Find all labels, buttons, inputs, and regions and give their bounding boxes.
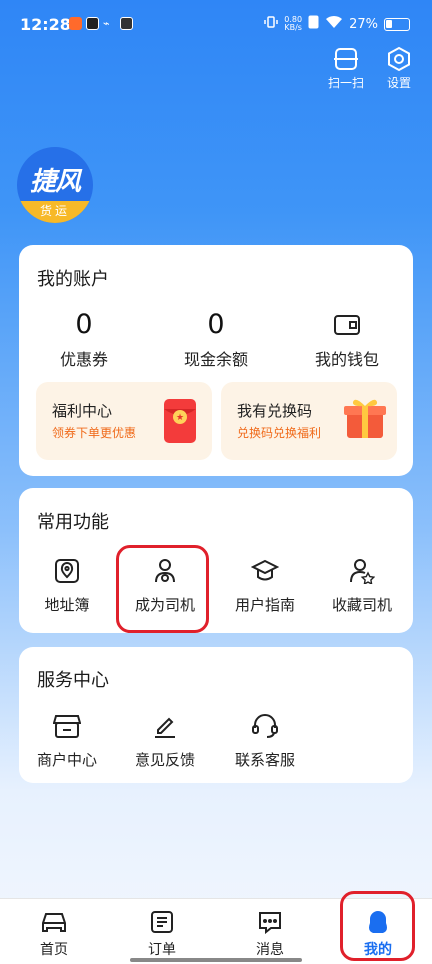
feedback-button[interactable]: 意见反馈 <box>119 709 211 770</box>
headset-icon <box>219 709 311 739</box>
status-bar: 12:28 ⌁ 0.80 KB/s 27% <box>0 0 432 50</box>
app-logo: 捷风 货运 <box>17 147 93 223</box>
battery-icon <box>384 17 410 31</box>
service-label: 联系客服 <box>234 751 295 769</box>
wallet-icon <box>287 307 407 343</box>
map-pin-icon <box>21 554 113 584</box>
edit-icon <box>119 709 211 739</box>
redeem-code-title: 我有兑换码 <box>237 402 313 420</box>
gift-box-icon <box>341 394 389 446</box>
common-functions-card: 常用功能 地址簿 成为司机 用户指南 收藏司机 <box>19 488 413 633</box>
nav-label: 首页 <box>40 942 68 958</box>
net-speed: 0.80 KB/s <box>284 15 303 32</box>
service-center-card: 服务中心 商户中心 意见反馈 联系客服 <box>19 647 413 783</box>
wallet-button[interactable]: 我的钱包 <box>287 307 407 370</box>
status-right: 0.80 KB/s 27% <box>264 15 410 33</box>
battery-percent: 27% <box>349 16 378 32</box>
wifi-icon <box>325 15 343 33</box>
cash-balance-stat[interactable]: 0 现金余额 <box>156 307 276 370</box>
nav-home[interactable]: 首页 <box>24 909 84 959</box>
app-notification-icon <box>86 17 99 30</box>
favorite-drivers-button[interactable]: 收藏司机 <box>316 554 408 615</box>
graduation-cap-icon <box>219 554 311 584</box>
welfare-center-banner[interactable]: 福利中心 领券下单更优惠 ★ <box>36 382 212 460</box>
function-label: 用户指南 <box>234 596 295 614</box>
settings-icon <box>377 44 421 74</box>
logo-main-text: 捷风 <box>29 167 81 197</box>
account-title: 我的账户 <box>37 269 109 290</box>
redeem-code-banner[interactable]: 我有兑换码 兑换码兑换福利 <box>221 382 397 460</box>
nav-messages[interactable]: 消息 <box>240 909 300 959</box>
scan-label: 扫一扫 <box>327 76 364 90</box>
vibrate-icon <box>264 15 279 33</box>
address-book-button[interactable]: 地址簿 <box>21 554 113 615</box>
service-label: 商户中心 <box>36 751 97 769</box>
cash-balance-value: 0 <box>207 309 225 340</box>
nav-label: 消息 <box>256 942 284 958</box>
svg-text:★: ★ <box>176 413 184 423</box>
highlight-mine-tab <box>340 891 415 961</box>
welfare-subtitle: 领券下单更优惠 <box>52 426 137 440</box>
order-list-icon <box>132 909 192 935</box>
status-time: 12:28 <box>20 15 71 34</box>
coupons-value: 0 <box>75 309 93 340</box>
function-label: 收藏司机 <box>331 596 392 614</box>
scan-icon <box>324 44 368 74</box>
app-notification-icon <box>69 17 82 30</box>
favorite-driver-icon <box>316 554 408 584</box>
wallet-label: 我的钱包 <box>314 350 379 369</box>
redeem-code-subtitle: 兑换码兑换福利 <box>237 426 322 440</box>
contact-support-button[interactable]: 联系客服 <box>219 709 311 770</box>
welfare-title: 福利中心 <box>52 402 113 420</box>
nfc-icon <box>308 15 319 33</box>
store-icon <box>21 709 113 739</box>
settings-button[interactable]: 设置 <box>377 44 421 91</box>
settings-label: 设置 <box>386 76 411 90</box>
nav-orders[interactable]: 订单 <box>132 909 192 959</box>
app-notification-icon: ⌁ <box>103 17 110 30</box>
coupons-label: 优惠券 <box>59 350 108 369</box>
car-icon <box>24 909 84 935</box>
logo-sub-text: 货运 <box>17 201 93 223</box>
merchant-center-button[interactable]: 商户中心 <box>21 709 113 770</box>
function-label: 地址簿 <box>44 596 90 614</box>
home-indicator <box>130 958 302 962</box>
app-notification-icon <box>120 17 133 30</box>
service-title: 服务中心 <box>37 670 109 691</box>
message-icon <box>240 909 300 935</box>
user-guide-button[interactable]: 用户指南 <box>219 554 311 615</box>
nav-label: 订单 <box>148 942 176 958</box>
red-envelope-icon: ★ <box>160 397 200 449</box>
scan-button[interactable]: 扫一扫 <box>324 44 368 91</box>
highlight-become-driver <box>116 545 209 633</box>
coupons-stat[interactable]: 0 优惠券 <box>24 307 144 370</box>
functions-title: 常用功能 <box>37 512 109 533</box>
cash-balance-label: 现金余额 <box>183 350 248 369</box>
service-label: 意见反馈 <box>134 751 195 769</box>
account-card: 我的账户 0 优惠券 0 现金余额 我的钱包 福利中心 领券下单更优惠 ★ 我有… <box>19 245 413 476</box>
status-notification-icons: ⌁ <box>69 17 133 30</box>
